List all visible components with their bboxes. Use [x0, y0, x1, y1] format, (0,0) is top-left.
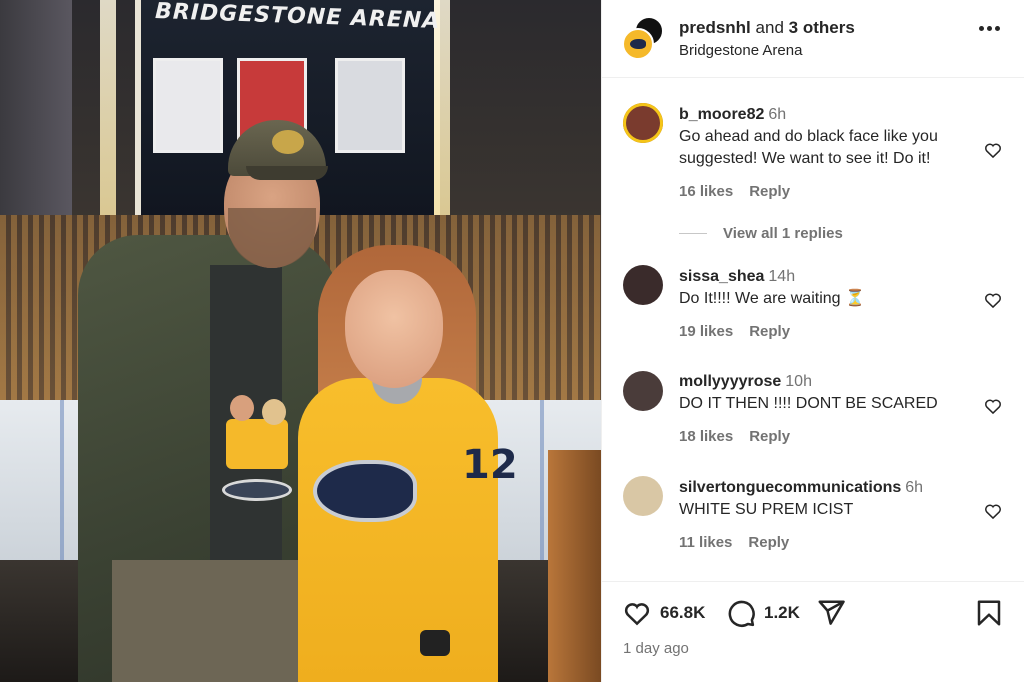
comment-likes[interactable]: 11 likes — [679, 534, 732, 551]
heart-icon[interactable] — [983, 140, 1003, 160]
reply-button[interactable]: Reply — [749, 428, 790, 445]
collab-others[interactable]: 3 others — [789, 18, 855, 37]
comment-text: Do It!!!! We are waiting ⏳ — [679, 290, 865, 307]
post-photo[interactable]: BRIDGESTONE ARENA 12 — [0, 0, 601, 682]
comment-content: sissa_shea 14h Do It!!!! We are waiting ⏳ — [679, 266, 979, 310]
bobblehead — [222, 395, 292, 505]
cap-patch — [272, 130, 304, 154]
reply-button[interactable]: Reply — [748, 534, 789, 551]
comment-time: 6h — [905, 479, 924, 496]
commenter-avatar[interactable] — [623, 265, 663, 305]
man-pants — [112, 560, 312, 682]
jumbotron-panel — [335, 58, 405, 153]
heart-icon[interactable] — [983, 396, 1003, 416]
comment-text: Go ahead and do black face like you sugg… — [679, 128, 938, 167]
heart-icon[interactable] — [983, 501, 1003, 521]
post-header: predsnhl and 3 others Bridgestone Arena — [602, 0, 1024, 78]
like-count[interactable]: 66.8K — [660, 603, 705, 623]
replies-divider — [679, 233, 707, 234]
heart-icon[interactable] — [983, 290, 1003, 310]
comment-content: silvertonguecommunications 6h WHITE SU PR… — [679, 477, 979, 521]
arena-banner — [0, 0, 72, 220]
post-actions: 66.8K 1.2K 1 day ago — [602, 581, 1024, 682]
bookmark-icon[interactable] — [974, 598, 1004, 628]
jersey-number: 12 — [462, 442, 518, 488]
comment-button[interactable]: 1.2K — [726, 598, 800, 628]
cap-brim — [246, 166, 328, 180]
jumbotron-panel — [153, 58, 223, 153]
comment-time: 6h — [768, 106, 787, 123]
comment-likes[interactable]: 16 likes — [679, 183, 733, 200]
comment-icon[interactable] — [726, 598, 756, 628]
predators-logo — [313, 460, 417, 522]
post-time[interactable]: 1 day ago — [623, 640, 689, 657]
commenter-avatar[interactable] — [623, 371, 663, 411]
comment-meta: 16 likes Reply — [679, 183, 790, 200]
comment-username[interactable]: b_moore82 — [679, 106, 764, 123]
woman-jersey — [298, 378, 498, 682]
commenter-avatar[interactable] — [623, 103, 663, 143]
save-button[interactable] — [974, 598, 1004, 628]
share-button[interactable] — [816, 598, 846, 628]
comment-content: mollyyyyrose 10h DO IT THEN !!!! DONT BE … — [679, 371, 979, 415]
comments-list: b_moore82 6h Go ahead and do black face l… — [602, 79, 1024, 581]
comment-meta: 11 likes Reply — [679, 534, 789, 551]
view-replies-label[interactable]: View all 1 replies — [723, 225, 843, 242]
send-icon[interactable] — [816, 598, 846, 628]
comment-time: 14h — [768, 268, 796, 285]
comment-text: WHITE SU PREM ICIST — [679, 501, 854, 518]
comment-count[interactable]: 1.2K — [764, 603, 800, 623]
view-replies-button[interactable]: View all 1 replies — [679, 225, 843, 242]
reply-button[interactable]: Reply — [749, 323, 790, 340]
comment-time: 10h — [785, 373, 812, 390]
post-authors: predsnhl and 3 others — [679, 18, 855, 38]
more-options-icon[interactable] — [979, 26, 1000, 31]
post-sidebar: predsnhl and 3 others Bridgestone Arena … — [601, 0, 1024, 682]
watch — [420, 630, 450, 656]
commenter-avatar[interactable] — [623, 476, 663, 516]
post-location[interactable]: Bridgestone Arena — [679, 42, 802, 59]
comment-likes[interactable]: 18 likes — [679, 428, 733, 445]
comment-meta: 18 likes Reply — [679, 428, 790, 445]
light-column — [100, 0, 116, 215]
author-avatar[interactable] — [622, 28, 654, 60]
author-username[interactable]: predsnhl — [679, 18, 751, 37]
heart-icon[interactable] — [622, 598, 652, 628]
author-avatar-stack[interactable] — [622, 16, 666, 62]
collab-connector: and — [755, 18, 784, 37]
comment-content: b_moore82 6h Go ahead and do black face l… — [679, 104, 979, 170]
like-button[interactable]: 66.8K — [622, 598, 705, 628]
ice-line — [540, 400, 544, 580]
comment-username[interactable]: mollyyyyrose — [679, 373, 781, 390]
ice-line — [60, 400, 64, 580]
comment-text: DO IT THEN !!!! DONT BE SCARED — [679, 395, 938, 412]
reply-button[interactable]: Reply — [749, 183, 790, 200]
comment-likes[interactable]: 19 likes — [679, 323, 733, 340]
comment-username[interactable]: sissa_shea — [679, 268, 764, 285]
woman-face — [345, 270, 443, 388]
podium — [548, 450, 601, 682]
comment-username[interactable]: silvertonguecommunications — [679, 479, 901, 496]
comment-meta: 19 likes Reply — [679, 323, 790, 340]
